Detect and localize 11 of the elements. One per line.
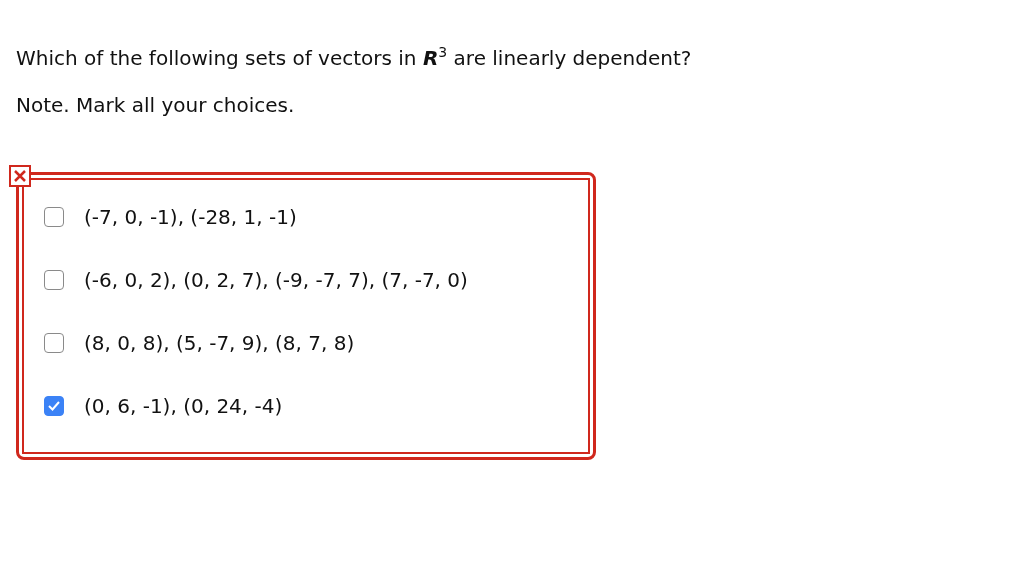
checkbox[interactable] (44, 333, 64, 354)
checkbox[interactable] (44, 270, 64, 291)
checkbox[interactable] (44, 207, 64, 228)
choice-label: (-7, 0, -1), (-28, 1, -1) (84, 205, 297, 230)
choice-label: (-6, 0, 2), (0, 2, 7), (-9, -7, 7), (7, -7, 0) (84, 268, 468, 293)
question-text: Which of the following sets of vectors in R$^{3}$ are linearly dependent? (16, 43, 693, 72)
note-text: Note. Mark all your choices. (16, 91, 296, 119)
checkmark-icon (48, 401, 60, 412)
choice-label: (0, 6, -1), (0, 24, -4) (84, 394, 283, 419)
checkbox[interactable] (44, 396, 64, 417)
choice-label: (8, 0, 8), (5, -7, 9), (8, 7, 8) (84, 331, 355, 356)
